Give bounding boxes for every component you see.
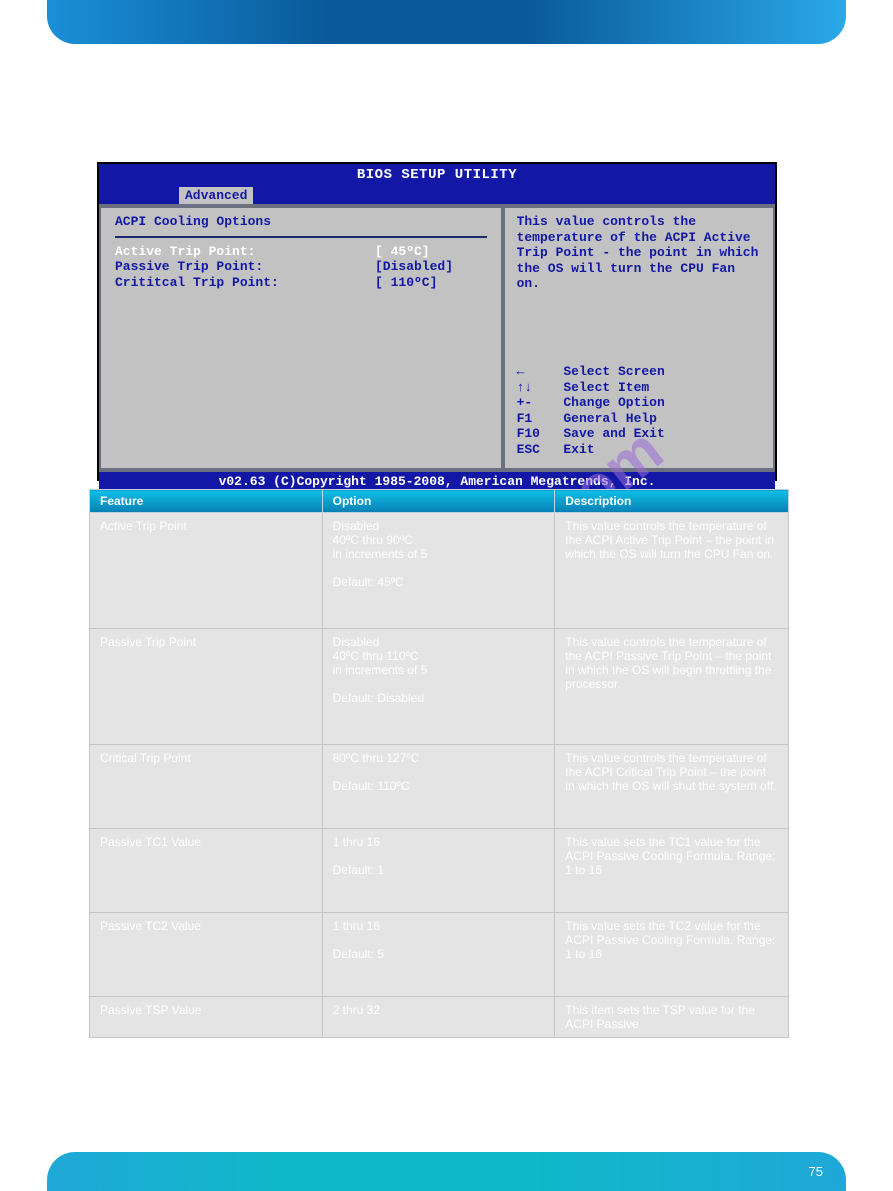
section-title-text: ACPI Cooling Options — [201, 82, 452, 109]
bios-setting-label: Active Trip Point: — [115, 244, 375, 260]
cell-desc: This value controls the temperature of t… — [555, 745, 789, 829]
cell-desc: This value controls the temperature of t… — [555, 629, 789, 745]
bios-help-text: This value controls the temperature of t… — [517, 214, 761, 292]
cell-desc: This value controls the temperature of t… — [555, 513, 789, 629]
options-table-head: Feature Option Description — [90, 490, 789, 513]
bios-title: BIOS SETUP UTILITY — [99, 164, 775, 186]
bios-screenshot: BIOS SETUP UTILITY Advanced ACPI Cooling… — [97, 162, 777, 481]
bios-setting-value: [ 110ºC] — [375, 275, 437, 291]
bios-tab-advanced: Advanced — [179, 187, 253, 204]
cell-option: 80ºC thru 127ºC Default: 110ºC — [322, 745, 555, 829]
bios-left-panel: ACPI Cooling Options Active Trip Point: … — [99, 206, 503, 470]
section-desc: The submenu shown in the image below. — [90, 120, 362, 137]
top-banner — [47, 0, 846, 44]
cell-desc: This item sets the TSP value for the ACP… — [555, 997, 789, 1038]
cell-option: 2 thru 32 — [322, 997, 555, 1038]
cell-feature: Critical Trip Point — [90, 745, 323, 829]
bios-setting-row: Passive Trip Point: [Disabled] — [115, 259, 487, 275]
cell-desc: This value sets the TC2 value for the AC… — [555, 913, 789, 997]
table-row: Passive TSP Value 2 thru 32 This item se… — [90, 997, 789, 1038]
bios-right-panel: This value controls the temperature of t… — [503, 206, 775, 470]
table-row: Passive Trip Point Disabled 40ºC thru 11… — [90, 629, 789, 745]
cell-feature: Passive TSP Value — [90, 997, 323, 1038]
cell-feature: Passive Trip Point — [90, 629, 323, 745]
cell-option: Disabled 40ºC thru 90ºC in increments of… — [322, 513, 555, 629]
th-feature: Feature — [90, 490, 323, 513]
table-row: Passive TC2 Value 1 thru 16 Default: 5 T… — [90, 913, 789, 997]
cell-option: Disabled 40ºC thru 110ºC in increments o… — [322, 629, 555, 745]
bios-setting-label: Passive Trip Point: — [115, 259, 375, 275]
cell-desc: This value sets the TC1 value for the AC… — [555, 829, 789, 913]
cell-feature: Passive TC1 Value — [90, 829, 323, 913]
bios-setting-value: [Disabled] — [375, 259, 453, 275]
bottom-banner — [47, 1152, 846, 1191]
bios-setting-row: Crititcal Trip Point: [ 110ºC] — [115, 275, 487, 291]
cell-feature: Active Trip Point — [90, 513, 323, 629]
th-description: Description — [555, 490, 789, 513]
table-row: Active Trip Point Disabled 40ºC thru 90º… — [90, 513, 789, 629]
section-number: 5.3.10.2 ACPI Cooling Options — [90, 82, 452, 110]
bios-setting-value: [ 45ºC] — [375, 244, 430, 260]
bios-panel-title: ACPI Cooling Options — [115, 214, 487, 238]
page-number: 75 — [809, 1164, 823, 1179]
th-option: Option — [322, 490, 555, 513]
cell-option: 1 thru 16 Default: 1 — [322, 829, 555, 913]
bios-tabbar: Advanced — [99, 186, 775, 204]
cell-option: 1 thru 16 Default: 5 — [322, 913, 555, 997]
cell-feature: Passive TC2 Value — [90, 913, 323, 997]
bios-nav-keys: ← Select Screen ↑↓ Select Item +- Change… — [517, 364, 761, 458]
bios-body: ACPI Cooling Options Active Trip Point: … — [99, 204, 775, 472]
bios-setting-row: Active Trip Point: [ 45ºC] — [115, 244, 487, 260]
table-row: Critical Trip Point 80ºC thru 127ºC Defa… — [90, 745, 789, 829]
section-num-text: 5.3.10.2 — [90, 82, 177, 109]
table-row: Passive TC1 Value 1 thru 16 Default: 1 T… — [90, 829, 789, 913]
bios-setting-label: Crititcal Trip Point: — [115, 275, 375, 291]
options-table: Feature Option Description Active Trip P… — [89, 489, 789, 1038]
